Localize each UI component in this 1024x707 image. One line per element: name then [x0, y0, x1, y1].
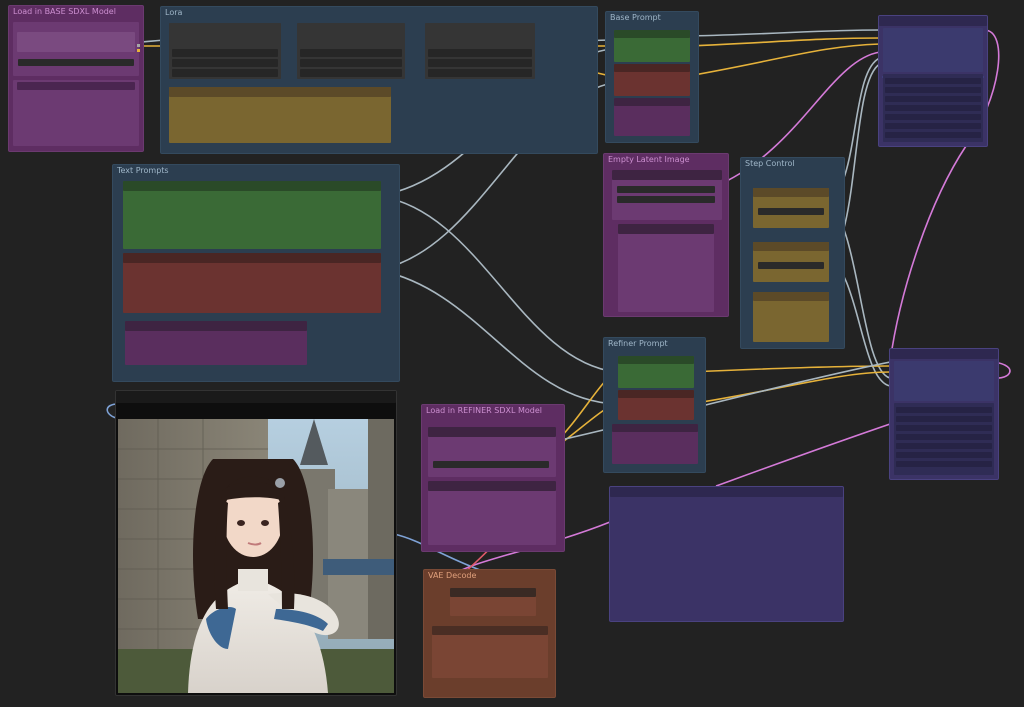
vae-loader-node[interactable] [13, 80, 139, 146]
group-title: Load in BASE SDXL Model [13, 7, 116, 16]
base-prompt-notes[interactable] [614, 98, 690, 136]
refiner-ksampler-node[interactable] [889, 348, 999, 480]
group-vae-decode[interactable]: VAE Decode [423, 569, 556, 698]
group-title: Step Control [745, 159, 795, 168]
refiner-positive-encoder[interactable] [618, 356, 694, 388]
group-lora[interactable]: Lora [160, 6, 598, 154]
group-base-prompt[interactable]: Base Prompt [605, 11, 699, 143]
checkpoint-loader-node[interactable] [13, 22, 140, 76]
refiner-checkpoint-node[interactable] [428, 427, 556, 477]
lora-node-2[interactable] [297, 23, 405, 79]
vae-decode-node[interactable] [450, 588, 536, 616]
negative-prompt-node[interactable] [123, 253, 381, 313]
save-image-node[interactable] [609, 486, 844, 622]
checkpoint-value-bar[interactable] [18, 59, 134, 66]
refiner-negative-encoder[interactable] [618, 390, 694, 420]
lora-node-3[interactable] [425, 23, 535, 79]
group-refiner-prompt[interactable]: Refiner Prompt [603, 337, 706, 473]
refiner-prompt-notes[interactable] [612, 424, 698, 464]
group-step-control[interactable]: Step Control [740, 157, 845, 349]
group-empty-latent[interactable]: Empty Latent Image [603, 153, 729, 317]
group-load-refiner-model[interactable]: Load in REFINER SDXL Model [421, 404, 565, 552]
group-title: Text Prompts [117, 166, 169, 175]
checkpoint-name-field[interactable] [17, 32, 135, 52]
total-steps-node[interactable] [753, 188, 829, 228]
group-text-prompts[interactable]: Text Prompts [112, 164, 400, 382]
group-load-base-model[interactable]: Load in BASE SDXL Model [8, 5, 144, 152]
group-title: Lora [165, 8, 183, 17]
group-title: Base Prompt [610, 13, 661, 22]
positive-prompt-node[interactable] [123, 181, 381, 249]
refiner-steps-node[interactable] [753, 242, 829, 282]
lora-node-1[interactable] [169, 23, 281, 79]
group-title: Empty Latent Image [608, 155, 690, 164]
vae-notes-node[interactable] [432, 626, 548, 678]
base-ksampler-node[interactable] [878, 15, 988, 147]
group-title: VAE Decode [428, 571, 477, 580]
latent-notes-node[interactable] [618, 224, 714, 312]
base-negative-encoder[interactable] [614, 64, 690, 96]
empty-latent-node[interactable] [612, 170, 722, 220]
image-preview-node[interactable] [115, 390, 397, 696]
sampler-preview-area [883, 28, 983, 72]
group-title: Refiner Prompt [608, 339, 668, 348]
portrait-image [118, 419, 394, 693]
prompt-notes-node[interactable] [125, 321, 307, 365]
refiner-vae-node[interactable] [428, 481, 556, 545]
group-title: Load in REFINER SDXL Model [426, 406, 543, 415]
lora-notes-node[interactable] [169, 87, 391, 143]
step-notes-node[interactable] [753, 292, 829, 342]
base-positive-encoder[interactable] [614, 30, 690, 62]
